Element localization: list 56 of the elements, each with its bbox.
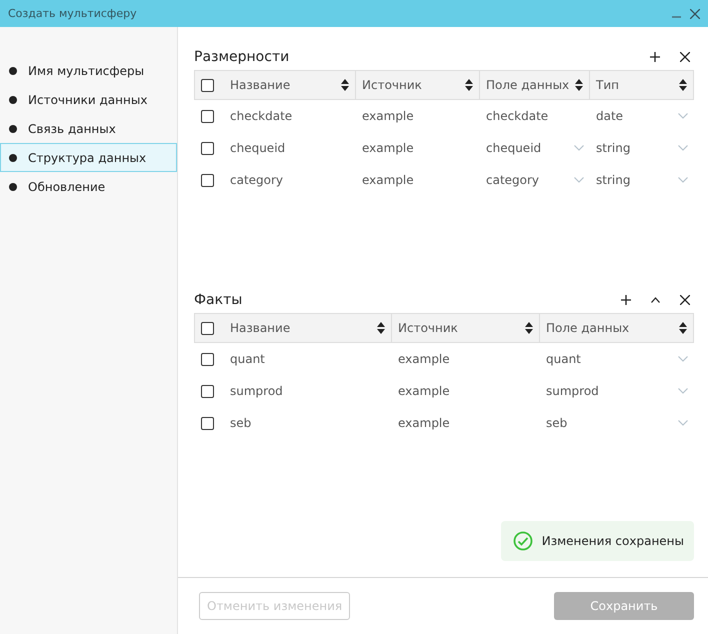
table-cell-text: quant [230, 352, 266, 366]
table-cell-text: seb [230, 416, 252, 430]
sidebar-item[interactable]: Структура данных [0, 143, 177, 172]
sort-icon[interactable] [377, 322, 385, 334]
dropdown-value[interactable]: chequeid [486, 141, 568, 155]
notification-text: Изменения сохранены [542, 534, 684, 548]
checkbox[interactable] [201, 322, 214, 334]
sidebar-item[interactable]: Обновление [0, 172, 177, 201]
table-cell-text: sumprod [230, 384, 284, 398]
dropdown-value[interactable]: string [596, 141, 672, 155]
bullet-icon [9, 154, 17, 162]
sort-icon[interactable] [525, 322, 533, 334]
checkbox[interactable] [201, 352, 214, 366]
checkbox[interactable] [201, 142, 214, 154]
sort-icon[interactable] [341, 79, 349, 91]
sort-icon[interactable] [679, 79, 687, 91]
sidebar-item[interactable]: Связь данных [0, 114, 177, 143]
sort-icon[interactable] [679, 322, 687, 334]
bullet-icon [9, 182, 17, 190]
table-cell-text: category [230, 173, 284, 187]
dropdown-value[interactable]: seb [546, 416, 672, 430]
sort-icon[interactable] [465, 79, 473, 91]
table-cell-text: checkdate [230, 109, 294, 123]
sidebar-item[interactable]: Источники данных [0, 85, 177, 114]
checkbox[interactable] [201, 78, 214, 92]
window-title: Создать мультисферу [8, 7, 137, 20]
collapse-icon[interactable] [651, 297, 660, 303]
bullet-icon [9, 66, 17, 74]
dropdown-value[interactable]: date [596, 109, 672, 123]
checkbox[interactable] [201, 110, 214, 122]
checkbox[interactable] [201, 384, 214, 398]
table-cell-text: example [362, 141, 415, 155]
table-cell-text: checkdate [486, 109, 550, 123]
table-cell-text: example [398, 352, 451, 366]
dropdown-value[interactable]: category [486, 173, 568, 187]
table-cell-text: example [398, 416, 451, 430]
bullet-icon [9, 96, 17, 104]
dropdown-value[interactable]: quant [546, 352, 672, 366]
sidebar-item[interactable]: Имя мультисферы [0, 56, 177, 85]
dropdown-value[interactable]: sumprod [546, 384, 672, 398]
table-cell-text: example [362, 109, 415, 123]
section-title: Факты [194, 292, 242, 308]
close-icon[interactable] [680, 295, 690, 305]
table-cell-text: example [362, 173, 415, 187]
close-icon[interactable] [680, 52, 690, 62]
add-icon[interactable] [650, 52, 660, 62]
table-cell-text: chequeid [230, 141, 286, 155]
dropdown-value[interactable]: string [596, 173, 672, 187]
add-icon[interactable] [621, 295, 631, 305]
check-circle-icon [512, 531, 533, 551]
section-title: Размерности [194, 49, 290, 65]
sort-icon[interactable] [575, 79, 584, 91]
checkbox[interactable] [201, 416, 214, 430]
table-cell-text: example [398, 384, 451, 398]
checkbox[interactable] [201, 174, 214, 186]
bullet-icon [9, 124, 17, 132]
